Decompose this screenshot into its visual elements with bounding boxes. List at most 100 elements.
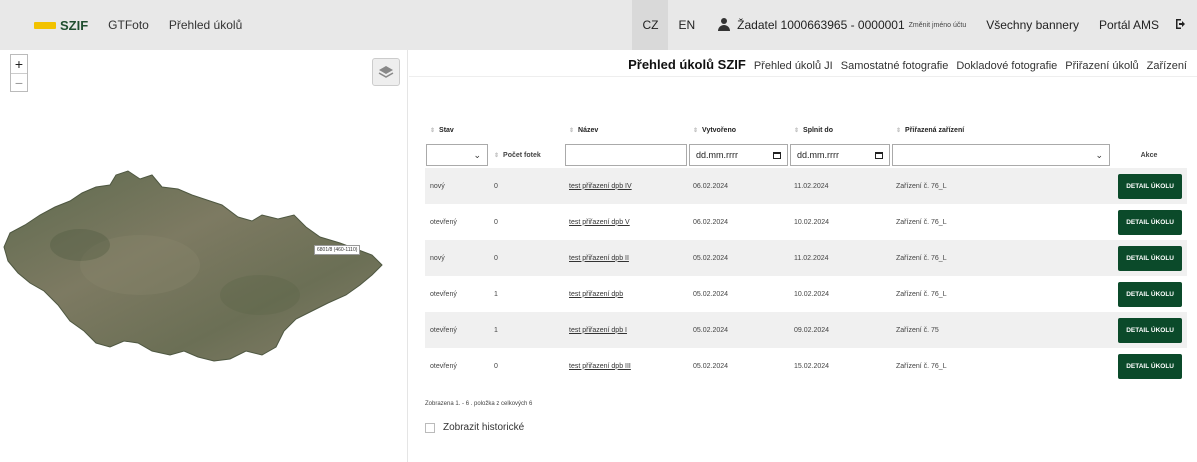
cell-due: 11.02.2024 [789, 168, 891, 204]
chevron-down-icon: ⌄ [1095, 149, 1103, 160]
cell-photo-count: 0 [489, 240, 564, 276]
map-feature-label: 6801/8 (460-1110) [314, 245, 361, 255]
tab-document-photos[interactable]: Dokladové fotografie [956, 60, 1057, 72]
sort-icon: ⇕ [430, 127, 436, 134]
cell-due: 09.02.2024 [789, 312, 891, 348]
cell-created: 06.02.2024 [688, 204, 789, 240]
pagination-info: Zobrazena 1. - 6 . položka z celkových 6 [425, 401, 533, 407]
header-devices[interactable]: ⇕ Přiřazená zařízení [891, 118, 1111, 142]
header-due[interactable]: ⇕ Splnit do [789, 118, 891, 142]
tab-standalone-photos[interactable]: Samostatné fotografie [841, 60, 949, 72]
sort-icon: ⇕ [794, 127, 800, 134]
sub-navigation: Přehled úkolů SZIF Přehled úkolů JI Samo… [620, 57, 1187, 72]
cell-created: 05.02.2024 [688, 276, 789, 312]
change-name-link[interactable]: Změnit jméno účtu [909, 22, 967, 29]
cell-status: otevřený [425, 312, 489, 348]
table-row: otevřený 0 test přiřazení dpb V 06.02.20… [425, 204, 1187, 240]
nav-task-overview[interactable]: Přehled úkolů [169, 18, 242, 32]
cell-due: 10.02.2024 [789, 204, 891, 240]
task-detail-button[interactable]: DETAIL ÚKOLU [1118, 281, 1182, 307]
created-date-filter[interactable]: dd.mm.rrrr [689, 144, 788, 166]
cell-created: 05.02.2024 [688, 348, 789, 384]
calendar-icon[interactable] [773, 151, 781, 159]
task-name-link[interactable]: test přiřazení dpb II [569, 255, 629, 262]
table-row: otevřený 0 test přiřazení dpb III 05.02.… [425, 348, 1187, 384]
top-bar: SZIF GTFoto Přehled úkolů CZ EN Žadatel … [0, 0, 1197, 50]
layers-icon [378, 66, 394, 78]
cell-due: 15.02.2024 [789, 348, 891, 384]
cell-status: otevřený [425, 348, 489, 384]
zoom-out-button[interactable]: − [11, 73, 27, 91]
logo-mark [34, 21, 56, 29]
task-name-link[interactable]: test přiřazení dpb III [569, 363, 631, 370]
header-name[interactable]: ⇕ Název [564, 118, 688, 142]
tab-ji-tasks[interactable]: Přehled úkolů JI [754, 60, 833, 72]
task-detail-button[interactable]: DETAIL ÚKOLU [1118, 209, 1182, 235]
cell-devices: Zařízení č. 76_L [891, 240, 1111, 276]
status-filter-select[interactable]: ⌄ [426, 144, 488, 166]
header-actions: Akce [1111, 142, 1187, 168]
cell-photo-count: 0 [489, 348, 564, 384]
cell-devices: Zařízení č. 76_L [891, 168, 1111, 204]
name-filter-input[interactable] [565, 144, 687, 166]
portal-ams-link[interactable]: Portál AMS [1099, 18, 1159, 32]
lang-en[interactable]: EN [668, 0, 705, 50]
due-date-filter[interactable]: dd.mm.rrrr [790, 144, 890, 166]
cell-created: 05.02.2024 [688, 312, 789, 348]
table-row: nový 0 test přiřazení dpb II 05.02.2024 … [425, 240, 1187, 276]
sort-icon: ⇕ [494, 152, 500, 159]
task-detail-button[interactable]: DETAIL ÚKOLU [1118, 245, 1182, 271]
calendar-icon[interactable] [875, 151, 883, 159]
tasks-table: ⇕ Stav ⇕ Název ⇕ Vytvořeno ⇕ Splnit do ⇕ Přiř… [425, 118, 1187, 384]
top-right-menu: CZ EN Žadatel 1000663965 - 0000001 Změni… [632, 0, 1197, 50]
cell-devices: Zařízení č. 76_L [891, 348, 1111, 384]
task-detail-button[interactable]: DETAIL ÚKOLU [1118, 173, 1182, 199]
cell-status: otevřený [425, 204, 489, 240]
task-detail-button[interactable]: DETAIL ÚKOLU [1118, 353, 1182, 379]
task-detail-button[interactable]: DETAIL ÚKOLU [1118, 317, 1182, 343]
user-info[interactable]: Žadatel 1000663965 - 0000001 Změnit jmén… [717, 18, 966, 32]
table-row: otevřený 1 test přiřazení dpb 05.02.2024… [425, 276, 1187, 312]
cell-photo-count: 0 [489, 168, 564, 204]
header-created[interactable]: ⇕ Vytvořeno [688, 118, 789, 142]
logout-icon[interactable] [1175, 18, 1187, 33]
cell-devices: Zařízení č. 76_L [891, 204, 1111, 240]
czech-republic-satellite-map [3, 170, 383, 362]
cell-status: nový [425, 240, 489, 276]
show-history-checkbox[interactable] [425, 422, 435, 433]
chevron-down-icon: ⌄ [473, 149, 481, 160]
tab-task-assignment[interactable]: Přiřazení úkolů [1065, 60, 1138, 72]
cell-photo-count: 1 [489, 276, 564, 312]
show-history-toggle[interactable]: Zobrazit historické [425, 422, 524, 433]
sort-icon: ⇕ [569, 127, 575, 134]
layers-button[interactable] [372, 58, 400, 86]
header-photo-count[interactable]: ⇕ Počet fotek [489, 142, 564, 168]
cell-due: 10.02.2024 [789, 276, 891, 312]
cell-photo-count: 0 [489, 204, 564, 240]
task-name-link[interactable]: test přiřazení dpb I [569, 327, 627, 334]
sort-icon: ⇕ [896, 127, 902, 134]
all-banners-link[interactable]: Všechny bannery [986, 18, 1079, 32]
divider [409, 76, 1197, 77]
task-name-link[interactable]: test přiřazení dpb IV [569, 183, 632, 190]
task-name-link[interactable]: test přiřazení dpb [569, 291, 623, 298]
cell-created: 05.02.2024 [688, 240, 789, 276]
cell-devices: Zařízení č. 76_L [891, 276, 1111, 312]
nav-gtfoto[interactable]: GTFoto [108, 18, 149, 32]
cell-created: 06.02.2024 [688, 168, 789, 204]
szif-logo[interactable]: SZIF [34, 18, 88, 33]
task-name-link[interactable]: test přiřazení dpb V [569, 219, 630, 226]
lang-cz[interactable]: CZ [632, 0, 669, 50]
zoom-control: + − [10, 54, 28, 92]
zoom-in-button[interactable]: + [11, 55, 27, 73]
tab-szif-tasks[interactable]: Přehled úkolů SZIF [628, 57, 746, 72]
header-status[interactable]: ⇕ Stav [425, 118, 489, 142]
map-panel[interactable]: + − 6801/8 (460-1110) [0, 50, 408, 462]
user-name: Žadatel 1000663965 - 0000001 [737, 18, 905, 32]
logo-text: SZIF [60, 17, 89, 33]
cell-devices: Zařízení č. 75 [891, 312, 1111, 348]
tab-devices[interactable]: Zařízení [1147, 60, 1187, 72]
devices-filter-select[interactable]: ⌄ [892, 144, 1110, 166]
table-row: nový 0 test přiřazení dpb IV 06.02.2024 … [425, 168, 1187, 204]
cell-photo-count: 1 [489, 312, 564, 348]
